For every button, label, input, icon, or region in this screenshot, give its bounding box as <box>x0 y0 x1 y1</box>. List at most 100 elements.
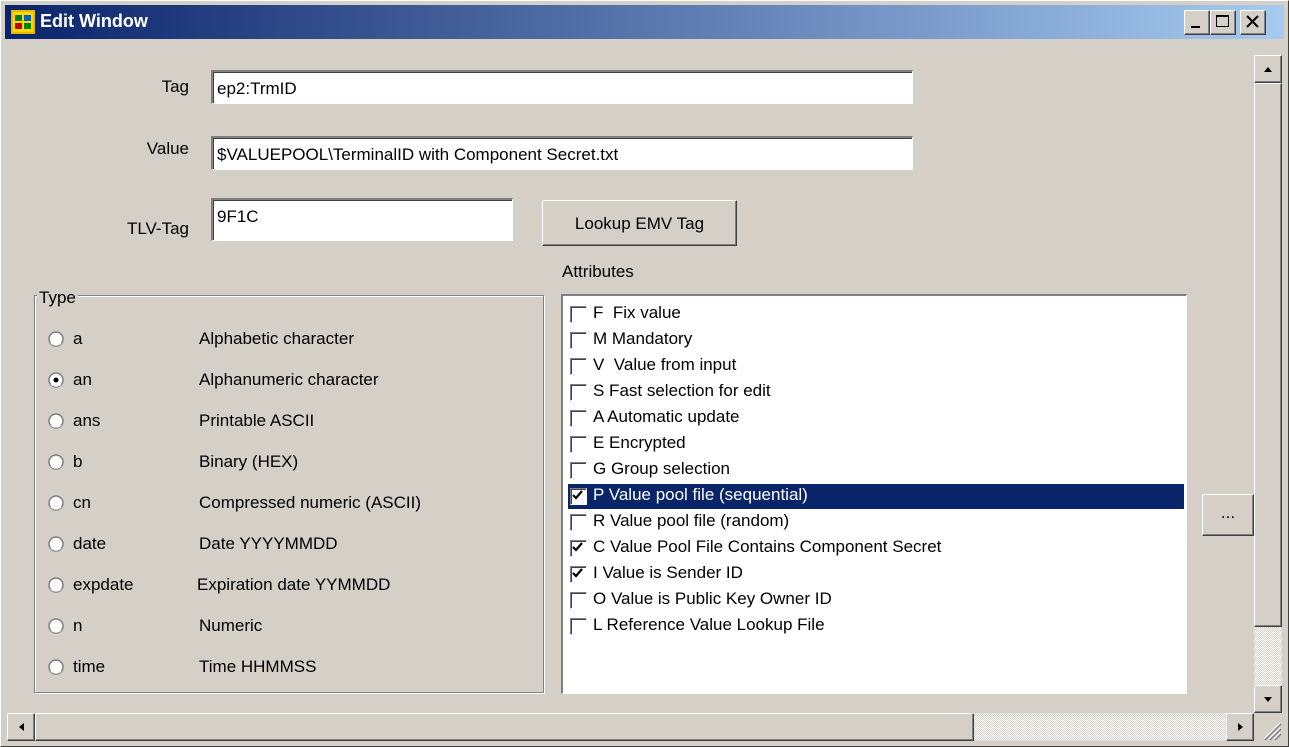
radio-icon[interactable] <box>48 331 64 347</box>
resize-grip-icon <box>1263 722 1282 741</box>
title-bar[interactable]: Edit Window <box>5 5 1284 39</box>
tag-input[interactable]: ep2:TrmID <box>211 70 913 104</box>
type-code: an <box>73 370 92 389</box>
type-option-an[interactable]: an Alphanumeric character <box>48 370 528 394</box>
type-description: Compressed numeric (ASCII) <box>199 493 422 512</box>
type-code: time <box>73 657 106 676</box>
scroll-right-icon <box>1238 723 1243 731</box>
attribute-label: O Value is Public Key Owner ID <box>593 589 832 608</box>
close-button[interactable] <box>1240 10 1266 35</box>
checkbox-icon[interactable] <box>570 358 587 375</box>
attribute-item[interactable]: R Value pool file (random) <box>570 510 1184 535</box>
attribute-label: V Value from input <box>593 355 737 374</box>
checkbox-icon[interactable] <box>570 332 587 349</box>
horizontal-scroll-thumb[interactable] <box>35 713 974 741</box>
radio-icon[interactable] <box>48 577 64 593</box>
attribute-label: L Reference Value Lookup File <box>593 615 825 634</box>
checkmark-icon <box>572 542 583 552</box>
checkbox-icon[interactable] <box>570 384 587 401</box>
checkmark-icon <box>572 568 583 578</box>
type-option-n[interactable]: n Numeric <box>48 616 528 640</box>
radio-icon[interactable] <box>48 372 64 388</box>
tag-label: Tag <box>161 77 189 96</box>
attribute-item[interactable]: C Value Pool File Contains Component Sec… <box>570 536 1184 561</box>
radio-icon[interactable] <box>48 618 64 634</box>
attribute-item[interactable]: I Value is Sender ID <box>570 562 1184 587</box>
attribute-label: F Fix value <box>593 303 681 322</box>
scroll-down-button[interactable] <box>1254 685 1282 713</box>
type-code: cn <box>73 493 91 512</box>
checkbox-icon[interactable] <box>570 566 587 583</box>
scroll-down-icon <box>1264 697 1272 702</box>
checkbox-icon[interactable] <box>570 306 587 323</box>
maximize-button[interactable] <box>1210 10 1236 35</box>
type-description: Alphanumeric character <box>199 370 379 389</box>
radio-icon[interactable] <box>48 495 64 511</box>
attribute-label: S Fast selection for edit <box>593 381 771 400</box>
type-option-ans[interactable]: ans Printable ASCII <box>48 411 528 435</box>
radio-icon[interactable] <box>48 454 64 470</box>
attribute-item[interactable]: S Fast selection for edit <box>570 380 1184 405</box>
type-code: n <box>73 616 83 635</box>
type-option-time[interactable]: time Time HHMMSS <box>48 657 528 681</box>
attribute-item[interactable]: F Fix value <box>570 302 1184 327</box>
attribute-item[interactable]: L Reference Value Lookup File <box>570 614 1184 639</box>
browse-button[interactable]: ... <box>1202 494 1254 536</box>
checkbox-icon[interactable] <box>570 436 587 453</box>
window-title: Edit Window <box>40 11 148 31</box>
attribute-item[interactable]: E Encrypted <box>570 432 1184 457</box>
maximize-icon <box>1216 15 1229 27</box>
attribute-label: P Value pool file (sequential) <box>593 485 808 504</box>
attribute-label: M Mandatory <box>593 329 693 348</box>
attribute-label: A Automatic update <box>593 407 740 426</box>
checkbox-icon[interactable] <box>570 410 587 427</box>
type-option-expdate[interactable]: expdate Expiration date YYMMDD <box>48 575 528 599</box>
minimize-button[interactable] <box>1184 10 1210 35</box>
type-code: a <box>73 329 83 348</box>
attribute-label: R Value pool file (random) <box>593 511 790 530</box>
scroll-right-button[interactable] <box>1226 713 1254 741</box>
checkbox-icon[interactable] <box>570 462 587 479</box>
lookup-emv-tag-button[interactable]: Lookup EMV Tag <box>542 200 737 246</box>
radio-icon[interactable] <box>48 659 64 675</box>
attributes-checklist[interactable]: F Fix value M Mandatory V Value from input… <box>561 294 1187 694</box>
edit-window: Edit Window Tag ep2:TrmID Value $VALUEPO… <box>0 0 1289 747</box>
scroll-up-button[interactable] <box>1254 55 1282 83</box>
value-label: Value <box>146 139 189 158</box>
attribute-item[interactable]: M Mandatory <box>570 328 1184 353</box>
attribute-item[interactable]: V Value from input <box>570 354 1184 379</box>
scroll-left-icon <box>19 723 24 731</box>
radio-icon[interactable] <box>48 536 64 552</box>
resize-grip[interactable] <box>1254 713 1282 741</box>
vertical-scroll-thumb[interactable] <box>1254 83 1282 627</box>
attribute-item[interactable]: P Value pool file (sequential) <box>568 484 1184 509</box>
type-description: Alphabetic character <box>199 329 354 348</box>
type-description: Date YYYYMMDD <box>199 534 338 553</box>
type-description: Numeric <box>199 616 263 635</box>
minimize-icon <box>1191 26 1200 28</box>
checkbox-icon[interactable] <box>570 540 587 557</box>
attribute-item[interactable]: A Automatic update <box>570 406 1184 431</box>
type-option-a[interactable]: a Alphabetic character <box>48 329 528 353</box>
attribute-item[interactable]: G Group selection <box>570 458 1184 483</box>
type-option-cn[interactable]: cn Compressed numeric (ASCII) <box>48 493 528 517</box>
scroll-left-button[interactable] <box>7 713 35 741</box>
type-description: Expiration date YYMMDD <box>197 575 391 594</box>
radio-icon[interactable] <box>48 413 64 429</box>
vertical-scrollbar[interactable] <box>1254 55 1282 713</box>
type-option-date[interactable]: date Date YYYYMMDD <box>48 534 528 558</box>
attribute-label: I Value is Sender ID <box>593 563 743 582</box>
tlv-tag-input[interactable]: 9F1C <box>211 198 513 241</box>
type-code: date <box>73 534 107 553</box>
type-option-b[interactable]: b Binary (HEX) <box>48 452 528 476</box>
attributes-caption: Attributes <box>562 262 634 281</box>
tlv-tag-label: TLV-Tag <box>126 219 189 238</box>
checkbox-icon[interactable] <box>570 514 587 531</box>
attribute-item[interactable]: O Value is Public Key Owner ID <box>570 588 1184 613</box>
value-input[interactable]: $VALUEPOOL\TerminalID with Component Sec… <box>211 136 913 170</box>
type-code: ans <box>73 411 101 430</box>
checkbox-icon[interactable] <box>570 618 587 635</box>
horizontal-scrollbar[interactable] <box>7 713 1254 741</box>
checkbox-icon[interactable] <box>570 592 587 609</box>
checkbox-icon[interactable] <box>570 488 587 505</box>
